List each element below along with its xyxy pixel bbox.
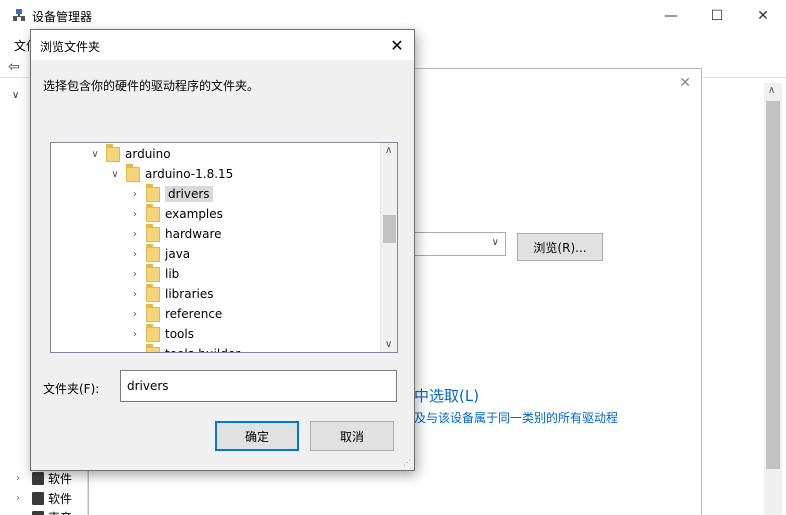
tree-item-label: reference (165, 307, 223, 321)
chevron-right-icon[interactable]: › (127, 189, 143, 200)
tree-item-label: examples (165, 207, 223, 221)
folder-icon (146, 243, 160, 262)
chevron-right-icon[interactable]: › (16, 473, 20, 484)
folder-icon (146, 323, 160, 342)
chevron-down-icon[interactable]: ∨ (87, 149, 103, 160)
device-manager-titlebar: 设备管理器 — ☐ ✕ (0, 0, 786, 32)
tree-row-software-2[interactable]: › 软件 (16, 490, 73, 507)
tree-row-label: 声音 (48, 509, 72, 515)
minimize-button[interactable]: — (648, 0, 694, 32)
tree-row-sound[interactable]: › 声音 (16, 509, 72, 515)
close-icon: ✕ (390, 35, 404, 55)
dialog-titlebar: 浏览文件夹 ✕ (31, 30, 414, 60)
device-manager-icon (12, 9, 26, 22)
folder-icon (146, 303, 160, 322)
resize-grip-icon[interactable]: ⋰ (403, 458, 411, 467)
tree-item-label: tools-builder (165, 347, 240, 352)
scroll-up-icon[interactable]: ∧ (768, 85, 775, 96)
folder-icon (146, 263, 160, 282)
tree-item-java[interactable]: › java (127, 243, 191, 264)
chevron-down-icon[interactable]: ∨ (12, 90, 19, 101)
folder-tree[interactable]: ∨ arduino ∨ arduino-1.8.15 › drivers › e… (50, 142, 398, 353)
pick-from-list-description: 及与该设备属于同一类别的所有驱动程 (414, 411, 619, 425)
close-icon: ✕ (757, 8, 769, 24)
chevron-right-icon[interactable]: › (127, 329, 143, 340)
tree-item-lib[interactable]: › lib (127, 263, 180, 284)
chevron-right-icon[interactable]: › (127, 209, 143, 220)
folder-icon (146, 343, 160, 352)
wizard-browse-button[interactable]: 浏览(R)... (517, 233, 603, 261)
tree-item-label: arduino (125, 147, 171, 161)
tree-item-arduino[interactable]: ∨ arduino (87, 143, 171, 164)
tree-scrollbar[interactable]: ∧ ∨ (380, 143, 397, 352)
folder-icon (126, 163, 140, 182)
device-icon (32, 511, 44, 515)
dialog-prompt: 选择包含你的硬件的驱动程序的文件夹。 (43, 79, 260, 93)
scrollbar-thumb[interactable] (766, 101, 780, 469)
folder-icon (146, 203, 160, 222)
scroll-down-icon[interactable]: ∨ (385, 339, 392, 350)
tree-item-reference[interactable]: › reference (127, 303, 223, 324)
tree-row-label: 软件 (48, 492, 73, 506)
maximize-button[interactable]: ☐ (694, 0, 740, 32)
cancel-button[interactable]: 取消 (310, 421, 394, 451)
folder-icon (106, 143, 120, 162)
chevron-right-icon[interactable]: › (127, 349, 143, 353)
window-title: 设备管理器 (32, 10, 93, 24)
folder-field-label: 文件夹(F): (43, 382, 100, 396)
tree-row-label: 软件 (48, 472, 73, 486)
browse-folder-dialog: 浏览文件夹 ✕ 选择包含你的硬件的驱动程序的文件夹。 ∨ arduino ∨ a… (30, 29, 415, 471)
chevron-right-icon[interactable]: › (16, 493, 20, 504)
chevron-right-icon[interactable]: › (127, 249, 143, 260)
wizard-scrollbar[interactable]: ∧ (764, 83, 782, 515)
folder-icon (146, 223, 160, 242)
chevron-right-icon[interactable]: › (127, 309, 143, 320)
folder-icon (146, 183, 160, 202)
chevron-down-icon[interactable]: ∨ (107, 169, 123, 180)
tree-item-label: hardware (165, 227, 222, 241)
chevron-right-icon[interactable]: › (127, 229, 143, 240)
tree-item-arduino-1-8-15[interactable]: ∨ arduino-1.8.15 (107, 163, 234, 184)
tree-item-label: tools (165, 327, 194, 341)
tree-item-label: arduino-1.8.15 (145, 167, 234, 181)
path-combobox[interactable]: ∨ (414, 232, 506, 256)
wizard-close-icon[interactable]: ✕ (679, 75, 691, 91)
chevron-down-icon[interactable]: ∨ (492, 237, 499, 248)
tree-item-examples[interactable]: › examples (127, 203, 223, 224)
scrollbar-thumb[interactable] (383, 215, 396, 243)
dialog-title: 浏览文件夹 (40, 40, 101, 54)
folder-icon (146, 283, 160, 302)
maximize-icon: ☐ (710, 8, 724, 24)
chevron-right-icon[interactable]: › (127, 289, 143, 300)
minimize-icon: — (664, 8, 678, 24)
tree-item-label: java (165, 247, 191, 261)
tree-item-tools-builder[interactable]: › tools-builder (127, 343, 240, 353)
device-icon (32, 472, 44, 485)
tree-item-tools[interactable]: › tools (127, 323, 194, 344)
back-arrow-icon[interactable]: ⇦ (8, 59, 20, 75)
tree-row-software-1[interactable]: › 软件 (16, 470, 73, 487)
tree-item-hardware[interactable]: › hardware (127, 223, 222, 244)
folder-field[interactable] (120, 370, 397, 402)
dialog-close-button[interactable]: ✕ (380, 30, 414, 60)
pick-from-list-link[interactable]: 中选取(L) (414, 385, 479, 406)
tree-item-label: libraries (165, 287, 214, 301)
chevron-right-icon[interactable]: › (127, 269, 143, 280)
ok-button[interactable]: 确定 (215, 421, 299, 451)
tree-item-drivers[interactable]: › drivers (127, 183, 213, 204)
tree-item-label: drivers (165, 186, 213, 202)
scroll-up-icon[interactable]: ∧ (385, 145, 392, 156)
close-window-button[interactable]: ✕ (740, 0, 786, 32)
tree-item-label: lib (165, 267, 180, 281)
tree-item-libraries[interactable]: › libraries (127, 283, 214, 304)
device-icon (32, 492, 44, 505)
